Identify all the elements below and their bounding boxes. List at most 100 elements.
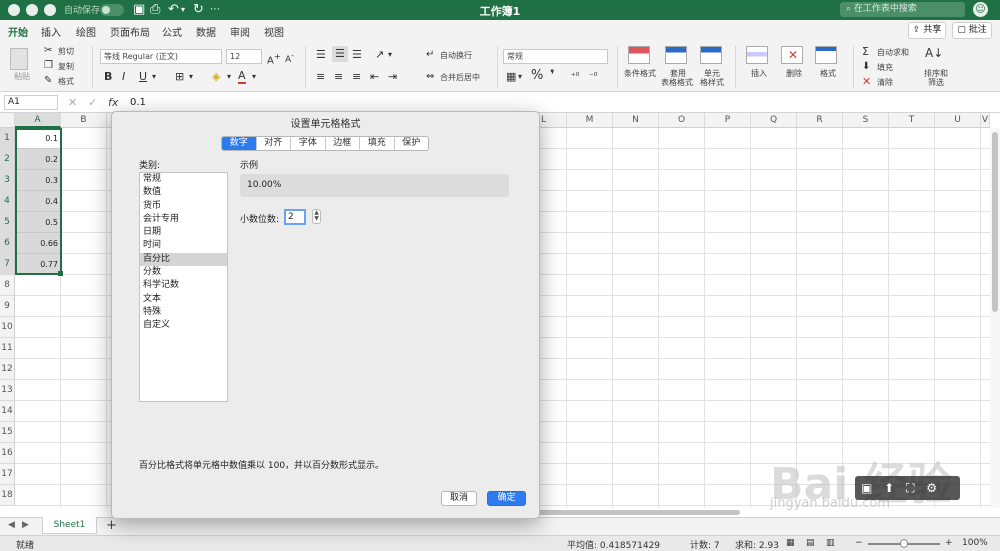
- zoom-level[interactable]: 100%: [962, 538, 988, 548]
- row-header-14[interactable]: 14: [0, 401, 15, 422]
- cell-a1[interactable]: 0.1: [15, 128, 61, 149]
- row-header-5[interactable]: 5: [0, 212, 15, 233]
- align-right-icon[interactable]: ≡: [352, 70, 361, 84]
- row-header-15[interactable]: 15: [0, 422, 15, 443]
- row-header-1[interactable]: 1: [0, 128, 15, 149]
- row-header-17[interactable]: 17: [0, 464, 15, 485]
- vertical-scroll-thumb[interactable]: [992, 132, 998, 312]
- font-size-select[interactable]: 12: [226, 49, 262, 64]
- fill-color-dropdown-icon[interactable]: ▾: [227, 70, 231, 84]
- tab-data[interactable]: 数据: [196, 24, 216, 39]
- row-header-7[interactable]: 7: [0, 254, 15, 275]
- autosave-toggle[interactable]: [100, 4, 124, 16]
- increase-indent-icon[interactable]: ⇥: [388, 70, 397, 84]
- zoom-out-icon[interactable]: −: [855, 538, 863, 548]
- align-top-icon[interactable]: ☰: [316, 48, 326, 62]
- row-header-4[interactable]: 4: [0, 191, 15, 212]
- dialog-tab-font[interactable]: 字体: [291, 137, 326, 150]
- zoom-slider-thumb[interactable]: [900, 539, 908, 548]
- category-item[interactable]: 分数: [140, 266, 227, 279]
- sort-filter-label-2[interactable]: 筛选: [928, 78, 944, 87]
- format-as-table-label-2[interactable]: 表格格式: [661, 78, 693, 87]
- undo-icon[interactable]: ↶: [168, 1, 179, 19]
- column-header-s[interactable]: S: [843, 113, 889, 128]
- decrease-decimal-icon[interactable]: ⁻⁰: [589, 70, 597, 84]
- font-color-icon[interactable]: A: [238, 70, 246, 84]
- format-painter-label[interactable]: 格式: [58, 77, 74, 86]
- percent-style-icon[interactable]: %: [531, 69, 543, 83]
- fill-label[interactable]: 填充: [877, 63, 893, 72]
- row-header-2[interactable]: 2: [0, 149, 15, 170]
- row-header-13[interactable]: 13: [0, 380, 15, 401]
- orientation-icon[interactable]: ↗: [375, 48, 384, 62]
- conditional-format-icon[interactable]: [628, 46, 650, 64]
- category-item[interactable]: 科学记数: [140, 279, 227, 292]
- redo-icon[interactable]: ↻: [193, 1, 204, 19]
- cell-a2[interactable]: 0.2: [15, 149, 61, 170]
- float-fullscreen-icon[interactable]: ⛶: [906, 481, 914, 495]
- confirm-entry-icon[interactable]: ✓: [88, 95, 97, 110]
- delete-cells-icon[interactable]: ✕: [781, 46, 803, 64]
- category-item[interactable]: 货币: [140, 200, 227, 213]
- category-item[interactable]: 常规: [140, 173, 227, 186]
- fill-handle[interactable]: [58, 271, 63, 276]
- cell-a5[interactable]: 0.5: [15, 212, 61, 233]
- float-settings-icon[interactable]: ⚙: [926, 481, 937, 495]
- minimize-window-button[interactable]: [26, 4, 38, 16]
- dialog-tab-number[interactable]: 数字: [222, 137, 257, 150]
- tab-review[interactable]: 审阅: [230, 24, 250, 39]
- select-all-corner[interactable]: [0, 113, 15, 128]
- cancel-button[interactable]: 取消: [441, 491, 477, 506]
- sort-filter-icon[interactable]: A↓: [925, 46, 943, 60]
- sheet-search-input[interactable]: ⌕ 在工作表中搜索: [840, 2, 965, 17]
- column-header-q[interactable]: Q: [751, 113, 797, 128]
- ok-button[interactable]: 确定: [487, 491, 526, 506]
- column-header-v[interactable]: V: [981, 113, 990, 128]
- row-header-3[interactable]: 3: [0, 170, 15, 191]
- insert-cells-label[interactable]: 插入: [751, 69, 767, 78]
- row-header-12[interactable]: 12: [0, 359, 15, 380]
- undo-dropdown-icon[interactable]: ▾: [181, 1, 185, 19]
- number-format-select[interactable]: 常规: [503, 49, 608, 64]
- wrap-text-icon[interactable]: ↵: [426, 48, 434, 62]
- tab-formulas[interactable]: 公式: [162, 24, 182, 39]
- merge-center-label[interactable]: 合并后居中: [440, 73, 480, 82]
- format-cells-icon[interactable]: [815, 46, 837, 64]
- row-header-10[interactable]: 10: [0, 317, 15, 338]
- conditional-format-label[interactable]: 条件格式: [624, 69, 656, 78]
- prev-sheet-icon[interactable]: ◀: [8, 520, 15, 530]
- align-bottom-icon[interactable]: ☰: [352, 48, 362, 62]
- tab-insert[interactable]: 插入: [41, 24, 61, 39]
- row-header-8[interactable]: 8: [0, 275, 15, 296]
- cell-styles-label-2[interactable]: 格样式: [700, 78, 724, 87]
- align-left-icon[interactable]: ≡: [316, 70, 325, 84]
- delete-cells-label[interactable]: 删除: [786, 69, 802, 78]
- dialog-tab-protection[interactable]: 保护: [395, 137, 429, 150]
- column-header-p[interactable]: P: [705, 113, 751, 128]
- autosum-label[interactable]: 自动求和: [877, 48, 909, 57]
- sheet-tab-sheet1[interactable]: Sheet1: [42, 517, 97, 534]
- page-break-view-icon[interactable]: ▥: [826, 538, 835, 548]
- copy-icon[interactable]: ❐: [44, 59, 53, 73]
- share-button[interactable]: ⇪ 共享: [908, 22, 946, 39]
- decrease-font-icon[interactable]: A-: [285, 49, 294, 67]
- paste-icon[interactable]: [10, 48, 28, 70]
- copy-label[interactable]: 复制: [58, 62, 74, 71]
- function-icon[interactable]: fx: [108, 95, 118, 110]
- print-icon[interactable]: ⎙: [150, 1, 160, 19]
- tab-home[interactable]: 开始: [8, 24, 28, 44]
- dialog-tab-alignment[interactable]: 对齐: [257, 137, 291, 150]
- feedback-smiley-icon[interactable]: ☺: [973, 2, 988, 17]
- category-item[interactable]: 文本: [140, 293, 227, 306]
- floating-toolbar[interactable]: ▣ ⬆ ⛶ ⚙: [855, 476, 960, 500]
- comments-button[interactable]: ▢ 批注: [952, 22, 992, 39]
- name-box[interactable]: A1: [4, 95, 58, 110]
- column-header-m[interactable]: M: [567, 113, 613, 128]
- merge-center-icon[interactable]: ⇔: [426, 70, 434, 84]
- bold-icon[interactable]: B: [104, 70, 112, 84]
- column-header-b[interactable]: B: [61, 113, 107, 128]
- stepper-down-icon[interactable]: ▼: [313, 216, 320, 222]
- float-box-icon[interactable]: ▣: [861, 481, 872, 495]
- category-item[interactable]: 百分比: [140, 252, 227, 267]
- close-window-button[interactable]: [8, 4, 20, 16]
